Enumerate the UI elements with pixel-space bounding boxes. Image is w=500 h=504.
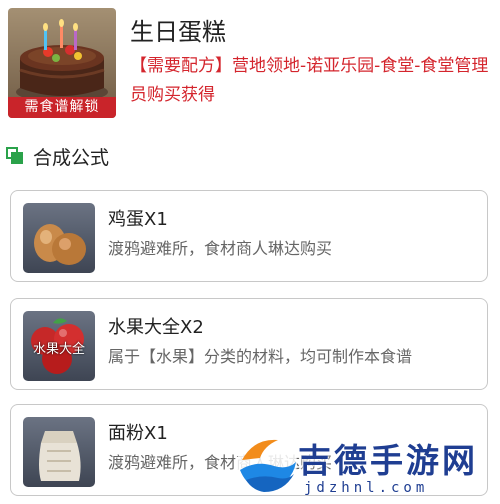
section-squares-icon <box>6 147 24 165</box>
cake-icon: 需食谱解锁 <box>8 8 116 118</box>
item-title: 生日蛋糕 <box>130 18 226 46</box>
fruit-icon: 水果大全 <box>23 311 95 381</box>
ingredient-name: 面粉X1 <box>108 423 168 444</box>
egg-icon <box>23 203 95 273</box>
ingredient-desc: 渡鸦避难所，食材商人琳达购买 <box>108 239 333 258</box>
unlock-badge: 需食谱解锁 <box>8 97 116 118</box>
fruit-icon-caption: 水果大全 <box>32 342 85 357</box>
ingredient-card-flour[interactable]: 面粉X1 渡鸦避难所，食材商人琳达购买 <box>10 404 488 496</box>
ingredient-card-egg[interactable]: 鸡蛋X1 渡鸦避难所，食材商人琳达购买 <box>10 190 488 282</box>
ingredient-card-fruit[interactable]: 水果大全 水果大全X2 属于【水果】分类的材料，均可制作本食谱 <box>10 298 488 390</box>
section-title: 合成公式 <box>33 146 110 169</box>
ingredient-desc: 属于【水果】分类的材料，均可制作本食谱 <box>108 347 413 366</box>
recipe-source-text: 【需要配方】营地领地-诺亚乐园-食堂-食堂管理员购买获得 <box>130 56 489 105</box>
flour-sack-icon <box>23 417 95 487</box>
section-header: 合成公式 <box>6 142 109 170</box>
ingredient-name: 水果大全X2 <box>108 317 204 338</box>
ingredient-name: 鸡蛋X1 <box>108 209 168 230</box>
item-header: 需食谱解锁 生日蛋糕 【需要配方】营地领地-诺亚乐园-食堂-食堂管理员购买获得 <box>8 8 492 120</box>
ingredient-desc: 渡鸦避难所，食材商人琳达购买 <box>108 453 333 472</box>
